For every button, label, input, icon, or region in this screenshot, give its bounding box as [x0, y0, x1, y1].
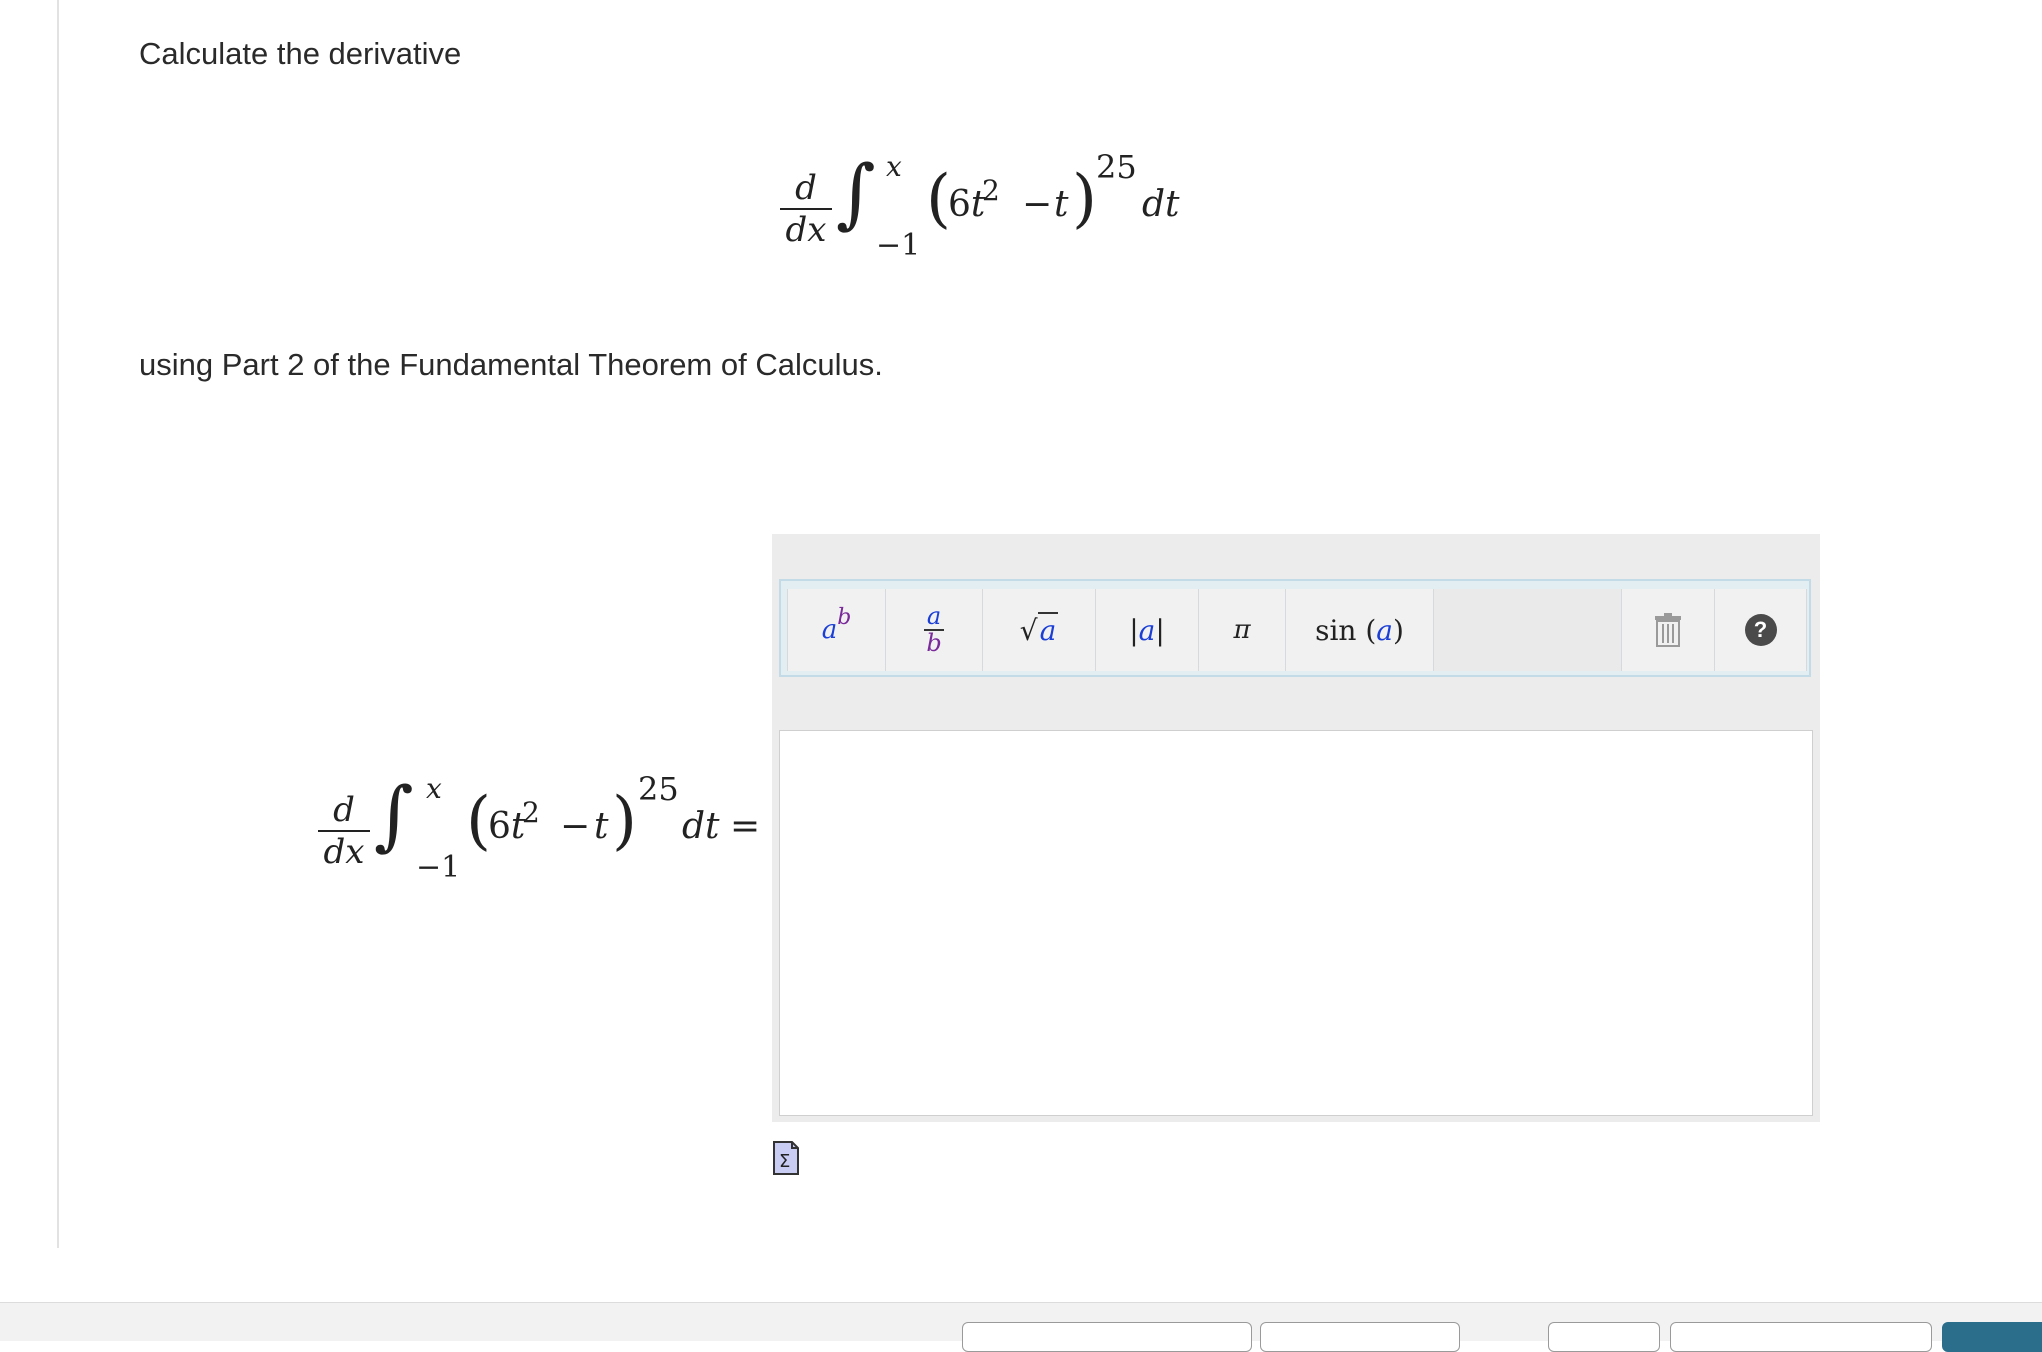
pi-symbol: π: [1233, 615, 1251, 645]
inner-exponent: 2: [982, 174, 1000, 207]
differential: dt: [1142, 184, 1180, 225]
lower-limit: −1: [876, 228, 921, 263]
right-paren: ): [612, 784, 637, 858]
minus-sign: −: [560, 806, 591, 847]
trash-icon: [1655, 613, 1681, 647]
differential: dt: [682, 806, 720, 847]
footer-primary-button[interactable]: [1942, 1322, 2042, 1352]
right-paren: ): [1072, 162, 1097, 236]
footer-button-1[interactable]: [962, 1322, 1252, 1352]
sin-button[interactable]: sin (a): [1286, 589, 1434, 671]
derivative-operator: d dx: [318, 790, 370, 872]
abs-bar-right: |: [1155, 613, 1165, 647]
lower-limit: −1: [416, 850, 461, 885]
upper-limit: x: [886, 150, 902, 183]
abs-button[interactable]: |a|: [1096, 589, 1199, 671]
power-base: a: [821, 615, 838, 645]
clear-button[interactable]: [1622, 589, 1715, 671]
mathml-icon[interactable]: Σ: [772, 1140, 800, 1176]
answer-expression: d dx ∫ x −1 ( 6t 2 − t ) 25 dt =: [310, 760, 770, 890]
math-toolbar: ab a b √a |a| π sin (a) ?: [779, 579, 1811, 677]
left-margin-rule: [57, 0, 59, 1248]
sin-label: sin: [1315, 613, 1357, 647]
help-icon: ?: [1744, 614, 1777, 646]
integral-sign: ∫: [836, 148, 876, 237]
power-button[interactable]: ab: [787, 589, 886, 671]
fraction-button[interactable]: a b: [886, 589, 983, 671]
d-numerator: d: [795, 168, 817, 208]
answer-input[interactable]: [779, 730, 1813, 1116]
d-numerator: d: [333, 790, 355, 830]
expr-base: 6t: [488, 806, 526, 847]
sqrt-arg: a: [1037, 611, 1059, 647]
sqrt-icon: √: [1019, 613, 1038, 647]
displayed-expression: d dx ∫ x −1 ( 6t 2 − t ) 25 dt: [770, 140, 1190, 270]
outer-exponent: 25: [638, 770, 679, 808]
integral-sign: ∫: [374, 770, 414, 859]
footer-button-4[interactable]: [1670, 1322, 1932, 1352]
dx-denominator: dx: [323, 832, 365, 872]
inner-exponent: 2: [522, 796, 540, 829]
derivative-operator: d dx: [780, 168, 832, 250]
pi-button[interactable]: π: [1199, 589, 1286, 671]
question-outro: using Part 2 of the Fundamental Theorem …: [139, 347, 883, 382]
fraction-den: b: [926, 629, 942, 657]
footer-button-3[interactable]: [1548, 1322, 1660, 1352]
outer-exponent: 25: [1096, 148, 1137, 186]
svg-text:Σ: Σ: [779, 1151, 790, 1172]
minus-sign: −: [1022, 184, 1053, 225]
dx-denominator: dx: [785, 210, 827, 250]
upper-limit: x: [426, 772, 442, 805]
equals-sign: =: [730, 806, 761, 847]
footer-button-2[interactable]: [1260, 1322, 1460, 1352]
power-exp: b: [837, 605, 852, 630]
expr-variable: t: [594, 806, 609, 847]
expr-variable: t: [1054, 184, 1069, 225]
expr-base: 6t: [948, 184, 986, 225]
help-glyph: ?: [1753, 617, 1768, 642]
sqrt-button[interactable]: √a: [983, 589, 1096, 671]
abs-bar-left: |: [1129, 613, 1139, 647]
abs-arg: a: [1138, 613, 1156, 647]
help-button[interactable]: ?: [1715, 589, 1807, 671]
sin-arg: a: [1376, 613, 1393, 647]
question-intro: Calculate the derivative: [139, 36, 462, 71]
toolbar-spacer: [1434, 589, 1622, 671]
fraction-num: a: [926, 601, 942, 630]
